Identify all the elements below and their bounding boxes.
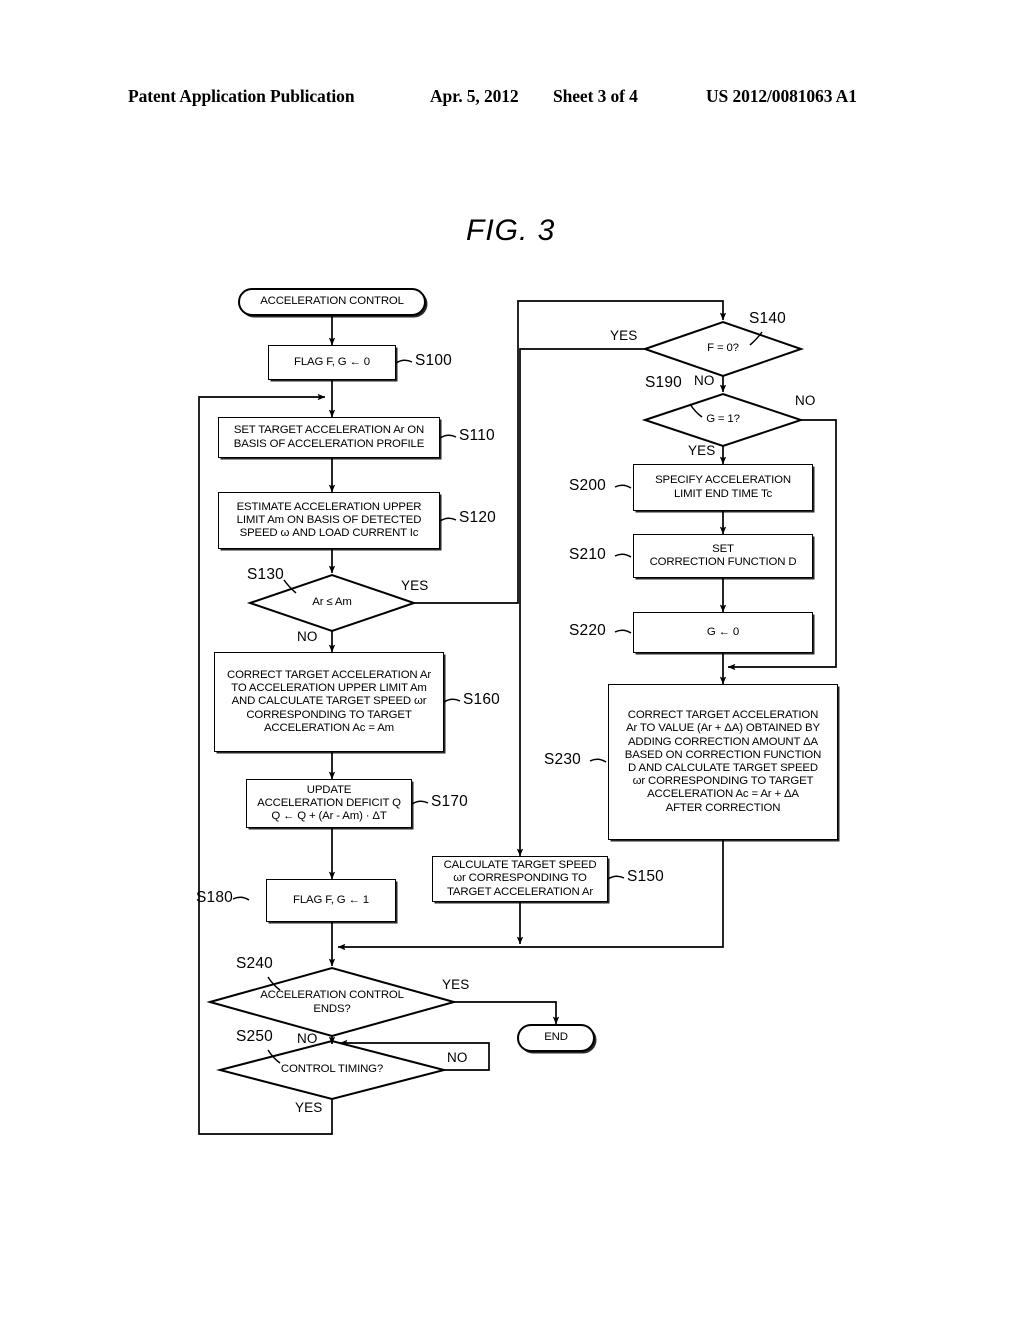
node-s100: FLAG F, G ← 0 <box>268 345 396 380</box>
steptag-s240: S240 <box>236 955 273 972</box>
node-s180: FLAG F, G ← 1 <box>266 879 396 922</box>
page-header: Patent Application Publication Apr. 5, 2… <box>0 82 1024 110</box>
node-s200: SPECIFY ACCELERATION LIMIT END TIME Tc <box>633 464 813 511</box>
node-s140-label: F = 0? <box>707 342 739 355</box>
node-s160: CORRECT TARGET ACCELERATION Ar TO ACCELE… <box>214 652 444 752</box>
node-s190-label: G = 1? <box>706 413 740 426</box>
steptag-s160: S160 <box>463 691 500 708</box>
node-s210-label: SET CORRECTION FUNCTION D <box>649 542 797 568</box>
node-s170: UPDATE ACCELERATION DEFICIT Q Q ← Q + (A… <box>246 779 412 828</box>
steptag-s150: S150 <box>627 868 664 885</box>
steptag-s220: S220 <box>569 622 606 639</box>
node-s130: Ar ≤ Am <box>250 589 414 617</box>
steptag-s120: S120 <box>459 509 496 526</box>
node-end-label: END <box>544 1031 568 1044</box>
node-s220: G ← 0 <box>633 612 813 653</box>
figure-title: FIG. 3 <box>466 214 556 247</box>
node-s160-label: CORRECT TARGET ACCELERATION Ar TO ACCELE… <box>227 668 431 734</box>
header-publication-text: Patent Application Publication <box>128 85 355 106</box>
node-s230-label: CORRECT TARGET ACCELERATION Ar TO VALUE … <box>624 709 822 814</box>
branch-label-s190-yes: YES <box>688 443 716 458</box>
node-s230: CORRECT TARGET ACCELERATION Ar TO VALUE … <box>608 684 838 840</box>
node-s250-label: CONTROL TIMING? <box>280 1063 384 1076</box>
node-s240: ACCELERATION CONTROL ENDS? <box>218 988 446 1017</box>
node-s100-label: FLAG F, G ← 0 <box>294 355 370 368</box>
branch-label-s140-no: NO <box>694 373 715 388</box>
steptag-s100: S100 <box>415 352 452 369</box>
steptag-s250: S250 <box>236 1028 273 1045</box>
node-s210: SET CORRECTION FUNCTION D <box>633 534 813 578</box>
branch-label-s190-no: NO <box>795 393 816 408</box>
node-s110: SET TARGET ACCELERATION Ar ON BASIS OF A… <box>218 417 440 458</box>
steptag-s130: S130 <box>247 566 284 583</box>
node-s200-label: SPECIFY ACCELERATION LIMIT END TIME Tc <box>655 474 791 500</box>
node-s220-label: G ← 0 <box>706 625 740 638</box>
node-s180-label: FLAG F, G ← 1 <box>293 893 369 906</box>
steptag-s190: S190 <box>645 374 682 391</box>
branch-label-s130-no: NO <box>297 629 318 644</box>
node-s170-label: UPDATE ACCELERATION DEFICIT Q Q ← Q + (A… <box>257 783 401 823</box>
node-end-terminator: END <box>517 1024 595 1052</box>
node-s120-label: ESTIMATE ACCELERATION UPPER LIMIT Am ON … <box>236 500 422 540</box>
steptag-s230: S230 <box>544 751 581 768</box>
steptag-s200: S200 <box>569 477 606 494</box>
branch-label-s240-no: NO <box>297 1031 318 1046</box>
node-s150: CALCULATE TARGET SPEED ωr CORRESPONDING … <box>432 856 608 902</box>
node-s150-label: CALCULATE TARGET SPEED ωr CORRESPONDING … <box>443 859 597 898</box>
branch-label-s240-yes: YES <box>442 977 470 992</box>
edge-s240-yes-to-end <box>454 1001 560 1025</box>
branch-label-s130-yes: YES <box>401 578 429 593</box>
header-date-text: Apr. 5, 2012 <box>430 85 519 106</box>
steptag-s170: S170 <box>431 793 468 810</box>
node-s120: ESTIMATE ACCELERATION UPPER LIMIT Am ON … <box>218 492 440 549</box>
header-sheet-text: Sheet 3 of 4 <box>553 85 638 106</box>
header-publication-number: US 2012/0081063 A1 <box>706 85 857 106</box>
node-s240-label: ACCELERATION CONTROL ENDS? <box>260 989 404 1015</box>
node-s130-label: Ar ≤ Am <box>312 596 352 609</box>
branch-label-s140-yes: YES <box>610 328 638 343</box>
branch-label-s250-yes: YES <box>295 1100 323 1115</box>
node-start-terminator: ACCELERATION CONTROL <box>238 288 426 316</box>
node-s140: F = 0? <box>645 335 801 363</box>
steptag-s210: S210 <box>569 546 606 563</box>
node-s250: CONTROL TIMING? <box>226 1059 438 1081</box>
node-s190: G = 1? <box>645 406 801 434</box>
steptag-s180: S180 <box>196 889 233 906</box>
node-start-label: ACCELERATION CONTROL <box>260 295 404 308</box>
steptag-s140: S140 <box>749 310 786 327</box>
branch-label-s250-no: NO <box>447 1050 468 1065</box>
steptag-s110: S110 <box>459 427 495 444</box>
flowchart-connectors <box>198 300 837 1135</box>
node-s110-label: SET TARGET ACCELERATION Ar ON BASIS OF A… <box>233 424 425 450</box>
steptag-leaders <box>232 331 763 1064</box>
patent-figure-page: Patent Application Publication Apr. 5, 2… <box>0 0 1024 1320</box>
